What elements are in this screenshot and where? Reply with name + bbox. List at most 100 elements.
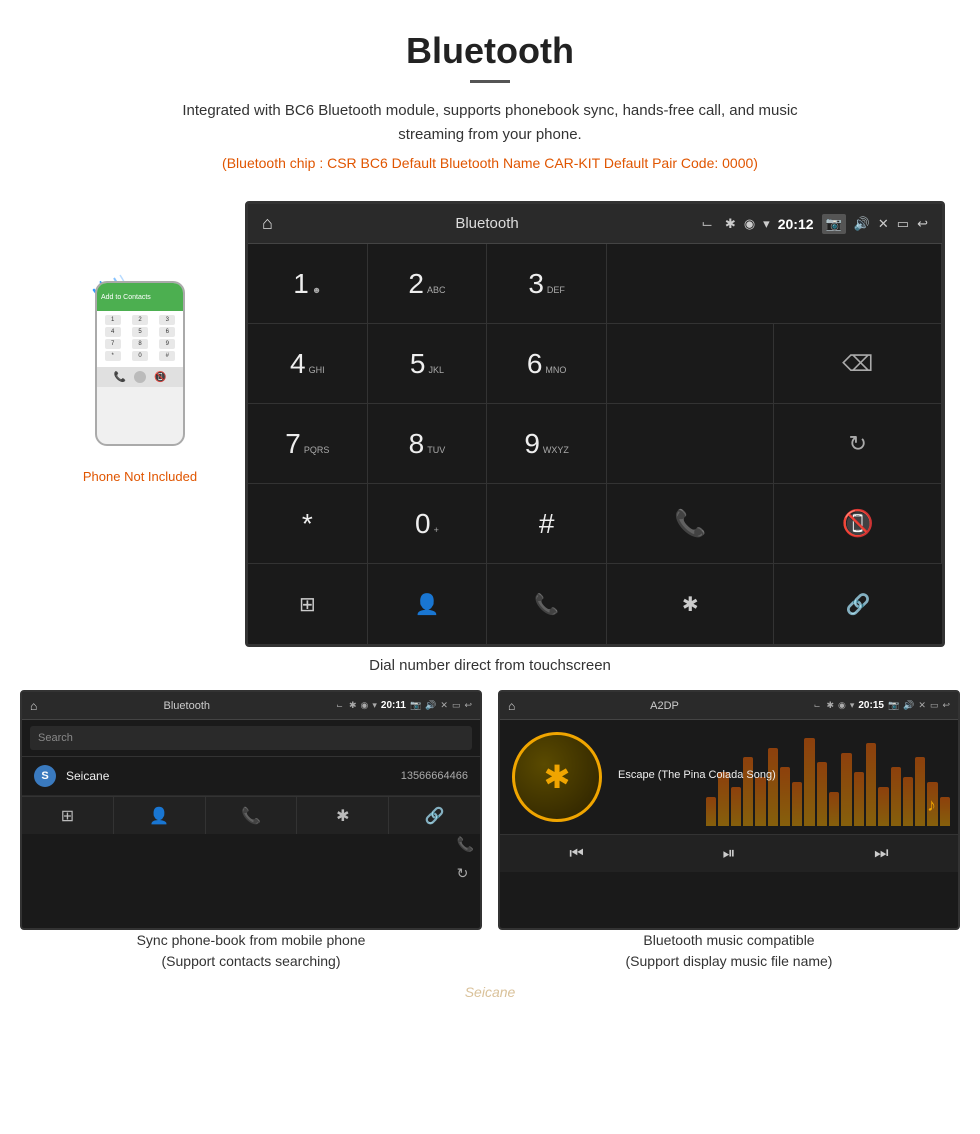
dialpad-refresh[interactable]: ↻ <box>774 404 942 484</box>
dial-key-7[interactable]: 7PQRS <box>248 404 368 484</box>
nav-link[interactable]: 🔗 <box>774 564 942 644</box>
phone-key-5[interactable]: 5 <box>132 327 148 337</box>
dial-key-hash[interactable]: # <box>487 484 607 564</box>
dial-key-3[interactable]: 3DEF <box>487 244 607 324</box>
dial-key-9[interactable]: 9WXYZ <box>487 404 607 484</box>
dial-key-0[interactable]: 0+ <box>368 484 488 564</box>
music-status-icons: ✱ ◉ ▾ 20:15 📷 🔊 ✕ ▭ ↩ <box>826 700 950 711</box>
contacts-nav-bt[interactable]: ✱ <box>297 797 389 834</box>
contacts-nav-grid[interactable]: ⊞ <box>22 797 114 834</box>
phone-key-2[interactable]: 2 <box>132 315 148 325</box>
contacts-screen: ⌂ Bluetooth ⌙ ✱ ◉ ▾ 20:11 📷 🔊 ✕ ▭ ↩ <box>20 690 482 930</box>
contacts-nav-person[interactable]: 👤 <box>114 797 206 834</box>
phone-screen-label: Add to Contacts <box>101 294 151 301</box>
description: Integrated with BC6 Bluetooth module, su… <box>165 99 815 147</box>
phone-key-7[interactable]: 7 <box>105 339 121 349</box>
contacts-screen-inner: S Seicane 13566664466 🔍 📞 ↻ <box>22 757 480 796</box>
phone-call-icon: 📞 <box>114 372 126 383</box>
main-section: Add to Contacts 1 2 3 4 5 6 7 8 <box>0 201 980 647</box>
contacts-sig-icon: ▾ <box>372 700 377 711</box>
screen-icon[interactable]: ▭ <box>897 216 909 232</box>
music-cam-icon: 📷 <box>888 700 899 711</box>
dial-key-4[interactable]: 4GHI <box>248 324 368 404</box>
topbar-status-icons: ✱ ◉ ▾ 20:12 📷 🔊 ✕ ▭ ↩ <box>725 214 928 234</box>
nav-calls[interactable]: 📞 <box>487 564 607 644</box>
refresh-sidebar-icon[interactable]: ↻ <box>457 865 474 882</box>
volume-icon[interactable]: 🔊 <box>854 216 870 232</box>
keypad-row-4: * 0 # <box>99 351 181 361</box>
nav-bluetooth-nav[interactable]: ✱ <box>607 564 775 644</box>
dialpad-display-right-mid1 <box>607 324 775 404</box>
phone-screen-header: Add to Contacts <box>97 283 183 311</box>
contacts-nav-calls[interactable]: 📞 <box>206 797 298 834</box>
album-art: ✱ ♪ <box>512 732 602 822</box>
phone-key-star[interactable]: * <box>105 351 121 361</box>
music-home-icon[interactable]: ⌂ <box>508 699 515 713</box>
specs-line: (Bluetooth chip : CSR BC6 Default Blueto… <box>20 155 960 171</box>
call-sidebar-icon[interactable]: 📞 <box>457 836 474 853</box>
backspace-icon: ⌫ <box>842 351 873 377</box>
music-topbar-title: A2DP <box>521 700 807 712</box>
dial-call-button[interactable]: 📞 <box>607 484 775 564</box>
close-icon[interactable]: ✕ <box>878 216 889 232</box>
phone-key-0[interactable]: 0 <box>132 351 148 361</box>
music-close-icon: ✕ <box>918 700 926 711</box>
dial-key-1[interactable]: 1☻ <box>248 244 368 324</box>
contacts-cam-icon: 📷 <box>410 700 421 711</box>
music-song-title: Escape (The Pina Colada Song) <box>618 769 776 781</box>
prev-track-button[interactable]: ⏮ <box>569 845 583 863</box>
phone-end-icon: 📵 <box>154 372 166 383</box>
contacts-home-icon[interactable]: ⌂ <box>30 699 37 713</box>
dial-key-star[interactable]: * <box>248 484 368 564</box>
music-album-area: ✱ ♪ Escape (The Pina Colada Song) <box>500 720 958 834</box>
phone-key-6[interactable]: 6 <box>159 327 175 337</box>
signal-icon: ▾ <box>763 216 770 232</box>
music-topbar: ⌂ A2DP ⌙ ✱ ◉ ▾ 20:15 📷 🔊 ✕ ▭ ↩ <box>500 692 958 720</box>
music-bt-icon: ✱ <box>826 700 834 711</box>
grid-icon: ⊞ <box>299 592 316 617</box>
phone-keypad: 1 2 3 4 5 6 7 8 9 * <box>97 311 183 367</box>
back-icon[interactable]: ↩ <box>917 216 928 232</box>
person-icon: 👤 <box>415 592 440 617</box>
keypad-row-2: 4 5 6 <box>99 327 181 337</box>
nav-dialpad[interactable]: ⊞ <box>248 564 368 644</box>
phone-key-1[interactable]: 1 <box>105 315 121 325</box>
phone-aside: Add to Contacts 1 2 3 4 5 6 7 8 <box>35 201 245 484</box>
contact-item-seicane[interactable]: S Seicane 13566664466 <box>22 757 480 796</box>
contacts-loc-icon: ◉ <box>361 700 369 711</box>
contacts-nav-link[interactable]: 🔗 <box>389 797 480 834</box>
music-controls-bar: ⏮ ⏯ ⏭ <box>500 834 958 872</box>
contacts-search-area: Search <box>22 720 480 757</box>
link-icon: 🔗 <box>846 592 871 617</box>
phone-key-9[interactable]: 9 <box>159 339 175 349</box>
next-track-button[interactable]: ⏭ <box>874 845 888 863</box>
title-divider <box>470 80 510 83</box>
dial-key-2[interactable]: 2ABC <box>368 244 488 324</box>
dial-key-5[interactable]: 5JKL <box>368 324 488 404</box>
album-note-symbol: ♪ <box>927 795 936 816</box>
dial-key-6[interactable]: 6MNO <box>487 324 607 404</box>
contacts-screen-icon: ▭ <box>452 700 461 711</box>
refresh-icon: ↻ <box>849 431 867 457</box>
play-pause-button[interactable]: ⏯ <box>723 845 736 863</box>
phone-key-hash[interactable]: # <box>159 351 175 361</box>
dialpad-grid: 1☻ 2ABC 3DEF 4GHI 5JKL 6MNO ⌫ <box>248 244 942 644</box>
contacts-usb-icon: ⌙ <box>336 701 343 710</box>
dial-hangup-button[interactable]: 📵 <box>774 484 942 564</box>
dial-key-8[interactable]: 8TUV <box>368 404 488 484</box>
dialpad-backspace[interactable]: ⌫ <box>774 324 942 404</box>
camera-icon[interactable]: 📷 <box>822 214 846 234</box>
phone-key-3[interactable]: 3 <box>159 315 175 325</box>
nav-contacts[interactable]: 👤 <box>368 564 488 644</box>
contacts-topbar-time: 20:11 <box>381 700 406 711</box>
home-icon[interactable]: ⌂ <box>262 213 273 234</box>
keypad-row-1: 1 2 3 <box>99 315 181 325</box>
phone-key-4[interactable]: 4 <box>105 327 121 337</box>
phone-key-8[interactable]: 8 <box>132 339 148 349</box>
dialpad-display-right-top <box>607 244 942 324</box>
contacts-bottom-nav: ⊞ 👤 📞 ✱ 🔗 <box>22 796 480 834</box>
phone-home-button[interactable] <box>134 371 146 383</box>
bottom-left-wrap: ⌂ Bluetooth ⌙ ✱ ◉ ▾ 20:11 📷 🔊 ✕ ▭ ↩ <box>20 690 482 972</box>
music-sig-icon: ▾ <box>850 700 855 711</box>
contacts-topbar-title: Bluetooth <box>43 700 330 712</box>
